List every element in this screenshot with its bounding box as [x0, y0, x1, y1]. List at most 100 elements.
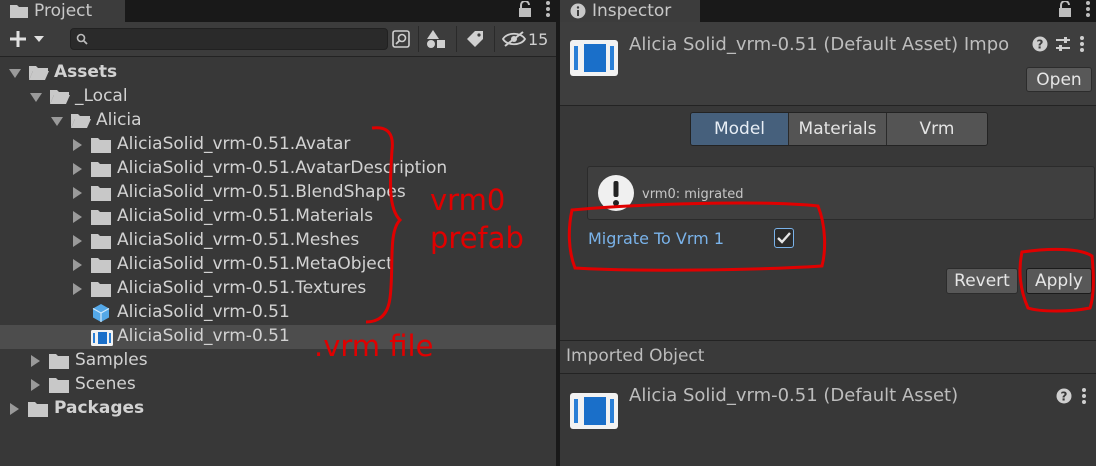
tree-item[interactable]: Samples	[0, 349, 556, 373]
tree-item[interactable]: AliciaSolid_vrm-0.51.MetaObject	[0, 253, 556, 277]
tree-item-label: Packages	[54, 398, 145, 418]
expand-arrow-down-icon[interactable]	[51, 117, 63, 126]
tab-vrm[interactable]: Vrm	[887, 113, 987, 145]
menu-icon[interactable]	[1082, 388, 1086, 408]
search-input[interactable]	[91, 29, 381, 49]
tree-item[interactable]: Alicia	[0, 109, 556, 133]
tree-item-label: AliciaSolid_vrm-0.51.Materials	[117, 206, 374, 226]
tree-item-label: AliciaSolid_vrm-0.51.BlendShapes	[117, 182, 406, 202]
preset-icon[interactable]	[1055, 36, 1071, 56]
tree-item[interactable]: _Local	[0, 85, 556, 109]
inspector-tabbar: Inspector	[560, 0, 1096, 22]
tree-item-label: Samples	[75, 350, 148, 370]
folder-icon	[91, 185, 111, 205]
project-panel: Project 15 Assets _Local Alicia AliciaSo…	[0, 0, 556, 466]
tree-item[interactable]: Packages	[0, 397, 556, 421]
revert-button[interactable]: Revert	[946, 268, 1018, 294]
expand-arrow-right-icon[interactable]	[73, 163, 82, 175]
tree-item[interactable]: Assets	[0, 61, 556, 85]
menu-icon[interactable]	[1086, 1, 1090, 21]
tab-materials[interactable]: Materials	[789, 113, 887, 145]
tree-item[interactable]: AliciaSolid_vrm-0.51.BlendShapes	[0, 181, 556, 205]
vrm-file-icon	[570, 38, 618, 82]
tree-item[interactable]: AliciaSolid_vrm-0.51	[0, 301, 556, 325]
expand-arrow-right-icon[interactable]	[73, 139, 82, 151]
vrm-file-icon	[570, 391, 618, 435]
migrate-to-vrm1-label[interactable]: Migrate To Vrm 1	[588, 229, 724, 248]
expand-arrow-right-icon[interactable]	[73, 187, 82, 199]
folder-open-icon	[49, 89, 71, 109]
tree-item[interactable]: AliciaSolid_vrm-0.51.Materials	[0, 205, 556, 229]
tree-item[interactable]: AliciaSolid_vrm-0.51.Textures	[0, 277, 556, 301]
tab-model[interactable]: Model	[691, 113, 789, 145]
hidden-count: 15	[528, 29, 549, 49]
tag-icon	[467, 31, 483, 47]
create-button[interactable]	[8, 27, 52, 51]
chevron-down-icon	[34, 36, 44, 42]
tree-item-label: AliciaSolid_vrm-0.51.Textures	[117, 278, 367, 298]
expand-arrow-right-icon[interactable]	[10, 403, 19, 415]
tree-item-label: Scenes	[75, 374, 136, 394]
folder-icon	[91, 233, 111, 253]
svg-text:?: ?	[1061, 390, 1068, 404]
expand-arrow-right-icon[interactable]	[73, 211, 82, 223]
tree-item-label: AliciaSolid_vrm-0.51	[117, 302, 290, 322]
hidden-packages-button[interactable]: 15	[502, 26, 552, 52]
expand-arrow-right-icon[interactable]	[31, 355, 40, 367]
shapes-icon	[427, 30, 445, 48]
tree-item-label: AliciaSolid_vrm-0.51.AvatarDescription	[117, 158, 448, 178]
project-tree: Assets _Local Alicia AliciaSolid_vrm-0.51.A…	[0, 58, 556, 466]
warning-icon	[597, 174, 635, 216]
expand-arrow-down-icon[interactable]	[30, 93, 42, 102]
folder-icon	[49, 377, 69, 397]
folder-open-icon	[70, 113, 92, 133]
folder-icon	[28, 401, 48, 421]
tree-item[interactable]: Scenes	[0, 373, 556, 397]
folder-icon	[91, 209, 111, 229]
lock-icon[interactable]	[1058, 0, 1072, 21]
tab-inspector[interactable]: Inspector	[560, 0, 700, 22]
help-icon[interactable]: ?	[1056, 388, 1072, 408]
expand-arrow-right-icon[interactable]	[31, 379, 40, 391]
svg-text:?: ?	[1037, 38, 1044, 52]
menu-icon[interactable]	[1080, 36, 1084, 56]
migrate-to-vrm1-checkbox[interactable]	[774, 228, 794, 248]
filter-by-type-button[interactable]	[424, 26, 448, 52]
checkmark-icon	[777, 232, 791, 244]
menu-icon[interactable]	[546, 1, 550, 21]
tree-item-label: AliciaSolid_vrm-0.51.Meshes	[117, 230, 360, 250]
inspector-panel: Inspector Alicia Solid_vrm-0.51 (Default…	[560, 0, 1096, 466]
importer-tabs: Model Materials Vrm	[690, 112, 988, 146]
tree-item[interactable]: AliciaSolid_vrm-0.51.Meshes	[0, 229, 556, 253]
plus-icon	[10, 31, 26, 47]
tree-item[interactable]: AliciaSolid_vrm-0.51.AvatarDescription	[0, 157, 556, 181]
tree-item-label: _Local	[75, 86, 128, 106]
asset-title: Alicia Solid_vrm-0.51 (Default Asset) Im…	[629, 34, 1010, 55]
eye-slash-icon	[502, 31, 526, 47]
tab-project[interactable]: Project	[0, 0, 125, 22]
search-field[interactable]	[70, 28, 388, 50]
help-icon[interactable]: ?	[1032, 36, 1048, 56]
tree-item[interactable]: AliciaSolid_vrm-0.51	[0, 325, 556, 349]
folder-icon	[91, 257, 111, 277]
inspector-header: Alicia Solid_vrm-0.51 (Default Asset) Im…	[560, 22, 1096, 106]
apply-button[interactable]: Apply	[1026, 268, 1092, 294]
folder-icon	[91, 137, 111, 157]
expand-arrow-down-icon[interactable]	[9, 69, 21, 78]
imported-object-title: Imported Object	[566, 346, 705, 366]
filter-by-label-button[interactable]	[462, 26, 488, 52]
project-tabbar: Project	[0, 0, 556, 22]
expand-arrow-right-icon[interactable]	[73, 235, 82, 247]
folder-icon	[10, 4, 28, 18]
search-mode-button[interactable]	[390, 26, 412, 52]
expand-arrow-right-icon[interactable]	[73, 283, 82, 295]
folder-icon	[91, 281, 111, 301]
expand-arrow-right-icon[interactable]	[73, 259, 82, 271]
tree-item-label: AliciaSolid_vrm-0.51.Avatar	[117, 134, 351, 154]
tree-item-label: AliciaSolid_vrm-0.51	[117, 326, 290, 346]
helpbox-message: vrm0: migrated	[642, 187, 744, 202]
lock-icon[interactable]	[518, 0, 532, 21]
open-button[interactable]: Open	[1026, 67, 1092, 92]
tree-item[interactable]: AliciaSolid_vrm-0.51.Avatar	[0, 133, 556, 157]
migration-helpbox: vrm0: migrated	[587, 166, 1095, 220]
